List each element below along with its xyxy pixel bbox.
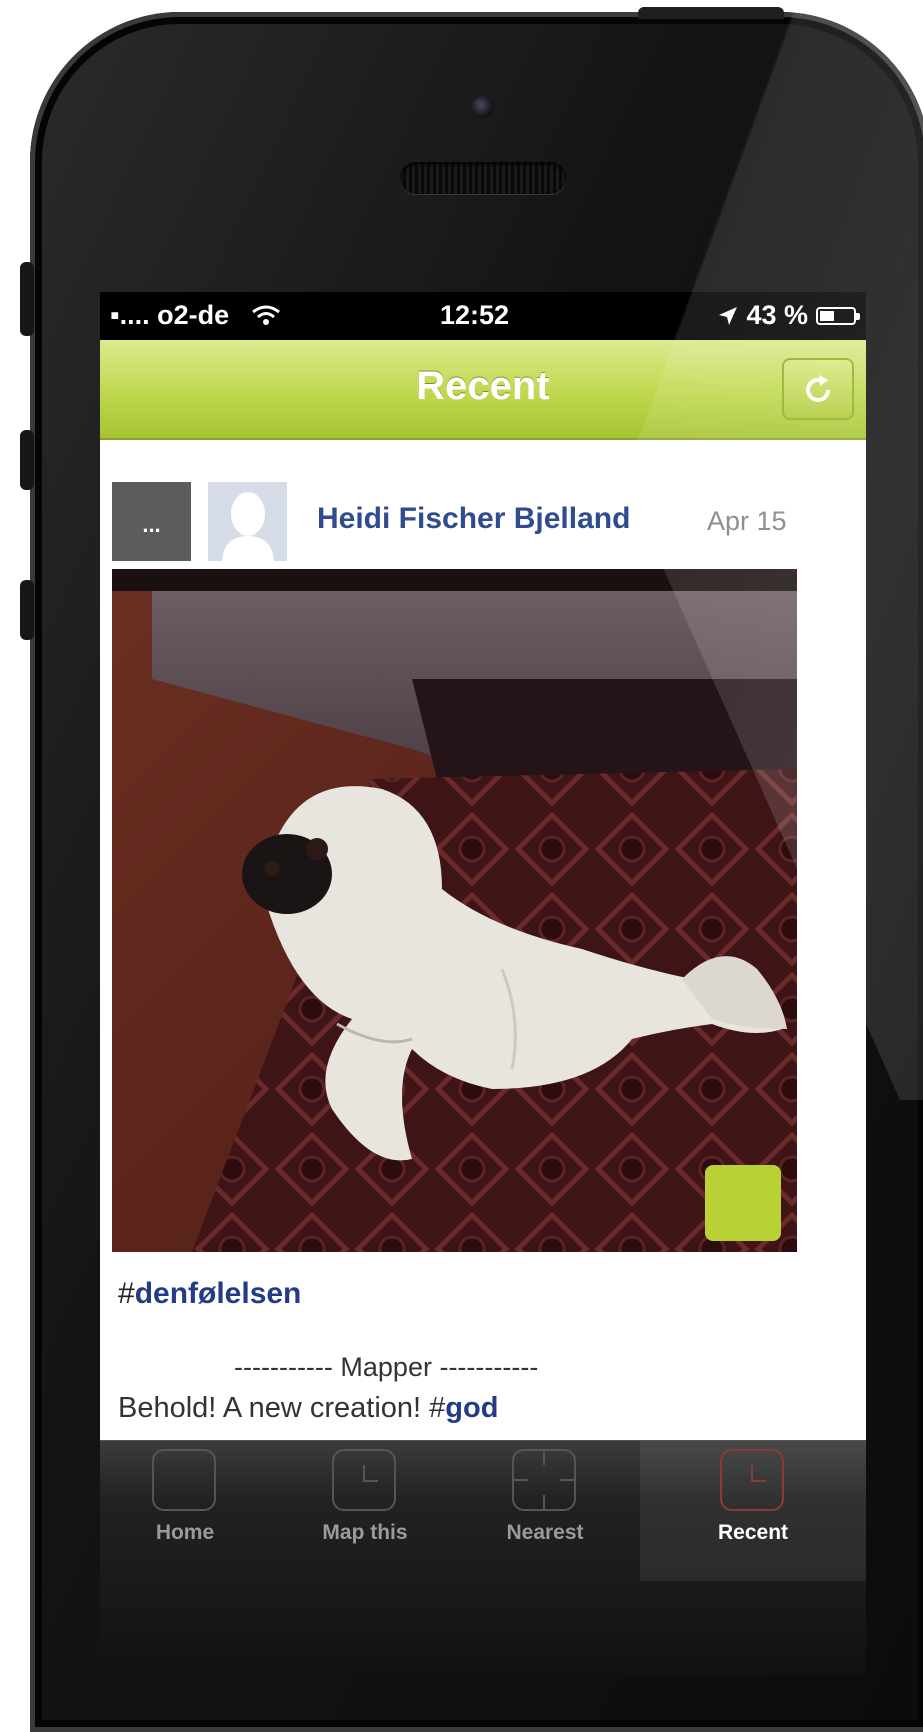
hashtag-line: #denfølelsen [118,1277,302,1310]
post-date: Apr 15 [707,506,787,536]
avatar[interactable] [208,482,287,561]
page-title: Recent [416,364,550,408]
carrier-label: ▪.... o2-de [110,300,281,331]
post-photo[interactable] [112,569,797,1252]
more-button[interactable]: ... [112,482,191,561]
mute-switch [20,262,34,336]
location-arrow-icon [719,306,738,325]
status-bar: ▪.... o2-de 12:52 43 % [100,292,866,340]
earpiece-speaker [400,162,566,194]
photo-image [112,569,797,1252]
tab-label: Map this [322,1521,408,1544]
post-caption: Behold! A new creation! #god [118,1392,499,1424]
author-name[interactable]: Heidi Fischer Bjelland [317,502,630,536]
screen: ▪.... o2-de 12:52 43 % Recent ... Heidi … [100,292,866,1674]
caption-hashtag-link[interactable]: god [445,1392,498,1424]
default-avatar-icon [208,482,287,561]
home-icon [152,1449,216,1511]
tab-bar: Home Map this Nearest Recent [100,1440,866,1674]
clock: 12:52 [440,300,510,330]
tab-home[interactable]: Home [100,1441,270,1581]
battery-icon [816,306,860,325]
volume-up-button [20,430,34,490]
power-button [638,7,784,19]
tab-label: Nearest [506,1521,584,1544]
tab-nearest[interactable]: Nearest [460,1441,630,1581]
mapper-divider: ----------- Mapper ----------- [234,1352,539,1382]
status-right: 43 % [718,300,860,331]
tab-label: Recent [717,1521,789,1544]
clock-icon [720,1449,784,1511]
tab-label: Home [155,1521,215,1544]
wifi-icon [251,305,280,325]
front-camera [472,96,494,118]
refresh-button[interactable] [782,358,854,420]
tab-map-this[interactable]: Map this [280,1441,450,1581]
battery-percent: 43 % [746,300,808,330]
navigation-bar: Recent [100,340,866,440]
hashtag-link[interactable]: denfølelsen [135,1277,302,1310]
clock-icon [332,1449,396,1511]
battery-fill [820,310,834,321]
map-badge[interactable] [705,1165,781,1241]
refresh-icon [806,375,830,402]
volume-down-button [20,580,34,640]
tab-recent[interactable]: Recent [640,1441,866,1581]
crosshair-icon [512,1449,576,1511]
